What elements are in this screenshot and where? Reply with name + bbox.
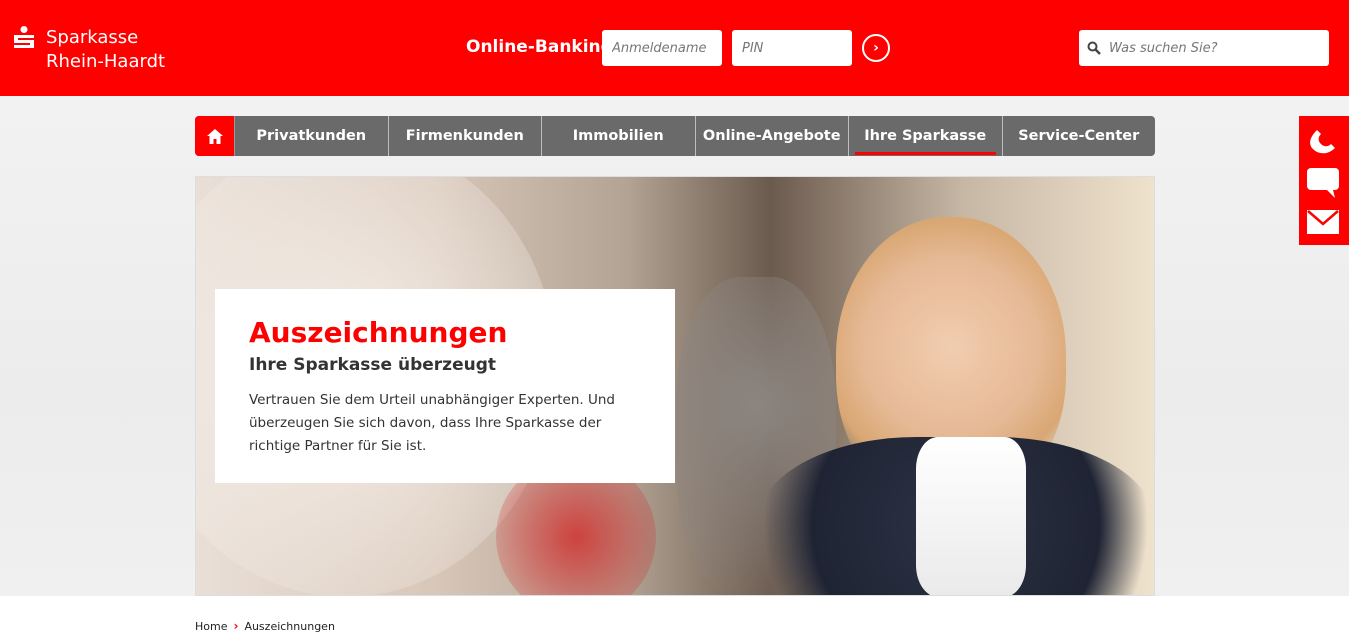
search-box[interactable] [1079, 30, 1329, 66]
brand-name-line1: Sparkasse [46, 27, 139, 48]
hero-title: Auszeichnungen [249, 316, 508, 349]
logo[interactable]: Sparkasse Rhein-Haardt [12, 26, 165, 74]
online-banking-label: Online-Banking [466, 37, 613, 57]
nav-item-firmenkunden[interactable]: Firmenkunden [389, 116, 542, 156]
pin-input[interactable] [732, 30, 852, 66]
chevron-right-icon: › [233, 619, 239, 632]
breadcrumb-current: Auszeichnungen [244, 619, 335, 632]
brand-name-line2: Rhein-Haardt [46, 51, 166, 72]
hero-text-card: Auszeichnungen Ihre Sparkasse überzeugt … [215, 289, 675, 483]
chevron-right-icon: › [873, 40, 879, 56]
breadcrumb-home-link[interactable]: Home [195, 620, 227, 632]
nav-item-privatkunden[interactable]: Privatkunden [235, 116, 389, 156]
nav-home-button[interactable] [195, 116, 235, 156]
mail-icon[interactable] [1307, 210, 1339, 234]
contact-sidebar [1299, 116, 1349, 245]
search-icon [1087, 41, 1101, 55]
chat-icon[interactable] [1307, 168, 1339, 198]
main-navigation: Privatkunden Firmenkunden Immobilien Onl… [195, 116, 1155, 156]
home-icon [206, 128, 223, 144]
phone-icon[interactable] [1307, 126, 1339, 156]
sparkasse-logo-icon [14, 26, 34, 48]
nav-item-service-center[interactable]: Service-Center [1003, 116, 1156, 156]
username-input[interactable] [602, 30, 722, 66]
breadcrumb: Home › Auszeichnungen [195, 619, 335, 632]
site-header: Sparkasse Rhein-Haardt Online-Banking › [0, 0, 1349, 96]
login-submit-button[interactable]: › [862, 34, 890, 62]
search-input[interactable] [1109, 30, 1324, 66]
hero-description: Vertrauen Sie dem Urteil unabhängiger Ex… [249, 392, 615, 454]
nav-item-ihre-sparkasse[interactable]: Ihre Sparkasse [849, 116, 1003, 156]
nav-item-immobilien[interactable]: Immobilien [542, 116, 696, 156]
hero-subtitle: Ihre Sparkasse überzeugt [249, 355, 496, 375]
nav-item-online-angebote[interactable]: Online-Angebote [696, 116, 849, 156]
